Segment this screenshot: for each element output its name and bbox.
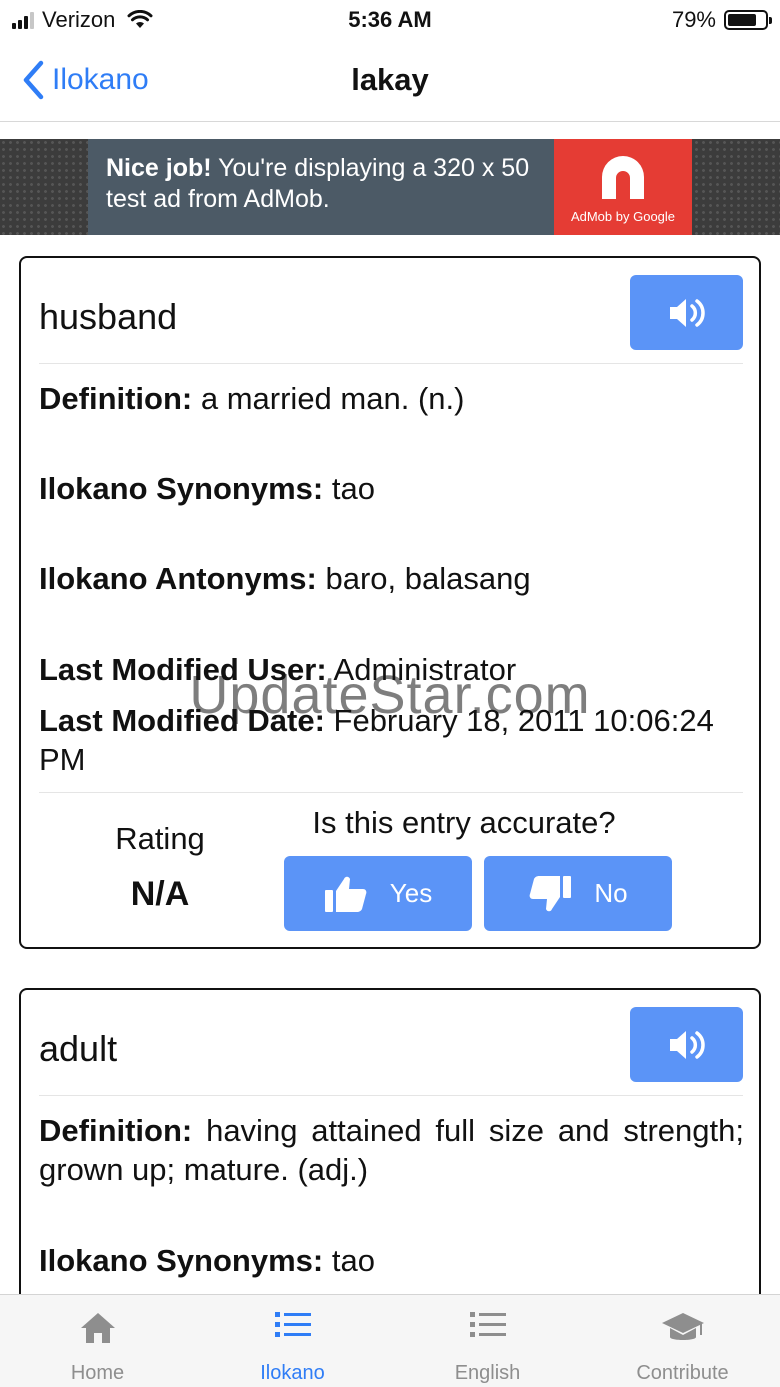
battery-percent: 79% <box>671 7 716 32</box>
modified-date-field: Last Modified Date: February 18, 2011 10… <box>39 701 744 779</box>
antonyms-text: baro, balasang <box>316 561 531 596</box>
home-icon <box>0 1311 195 1345</box>
modified-user-label: Last Modified User: <box>39 652 327 687</box>
modified-user-text: Administrator <box>326 652 517 687</box>
back-label: Ilokano <box>52 63 149 96</box>
accuracy-question: Is this entry accurate? <box>312 805 616 840</box>
speak-button[interactable] <box>630 1007 743 1082</box>
entry-card: adult Definition: having attained full s… <box>19 988 761 1318</box>
admob-logo-icon <box>602 156 644 199</box>
tab-home[interactable]: Home <box>0 1295 195 1387</box>
speaker-icon <box>669 298 705 327</box>
tab-contribute[interactable]: Contribute <box>585 1295 780 1387</box>
tab-label: Ilokano <box>260 1362 325 1384</box>
modified-date-label: Last Modified Date: <box>39 703 325 738</box>
synonyms-field: Ilokano Synonyms: tao <box>39 469 744 508</box>
navigation-bar: Ilokano lakay <box>0 40 780 122</box>
tab-label: Home <box>70 1362 125 1384</box>
speaker-icon <box>669 1030 705 1059</box>
no-label: No <box>594 878 628 908</box>
synonyms-text: tao <box>323 1243 375 1278</box>
antonyms-label: Ilokano Antonyms: <box>39 561 317 596</box>
synonyms-text: tao <box>323 471 375 506</box>
battery-icon <box>724 10 772 30</box>
list-icon <box>390 1311 585 1339</box>
definition-text: a married man. (n.) <box>192 381 465 416</box>
antonyms-field: Ilokano Antonyms: baro, balasang <box>39 559 744 598</box>
rating-section: Rating N/A Is this entry accurate? Yes N… <box>39 792 743 948</box>
status-bar: Verizon 5:36 AM 79% <box>0 0 780 40</box>
tab-english[interactable]: English <box>390 1295 585 1387</box>
ad-brand: AdMob by Google <box>570 209 676 224</box>
speak-button[interactable] <box>630 275 743 350</box>
ad-banner[interactable]: Nice job! You're displaying a 320 x 50 t… <box>0 139 780 235</box>
definition-label: Definition: <box>39 381 193 416</box>
ad-text: Nice job! You're displaying a 320 x 50 t… <box>88 139 554 235</box>
no-button[interactable]: No <box>484 856 672 931</box>
tab-bar: Home Ilokano English Contribute <box>0 1294 780 1387</box>
entry-header: husband <box>39 258 743 364</box>
ad-headline: Nice job! <box>106 154 212 182</box>
status-time: 5:36 AM <box>348 7 432 32</box>
modified-user-field: Last Modified User: Administrator <box>39 650 744 689</box>
chevron-left-icon <box>23 60 44 100</box>
tab-label: Contribute <box>636 1362 729 1384</box>
synonyms-label: Ilokano Synonyms: <box>39 471 324 506</box>
entry-card: husband Definition: a married man. (n.) … <box>19 256 761 949</box>
list-icon <box>195 1311 390 1339</box>
graduation-cap-icon <box>585 1311 780 1345</box>
synonyms-field: Ilokano Synonyms: tao <box>39 1241 744 1280</box>
synonyms-label: Ilokano Synonyms: <box>39 1243 324 1278</box>
entry-header: adult <box>39 990 743 1096</box>
definition-label: Definition: <box>39 1113 193 1148</box>
rating-label: Rating <box>115 821 205 856</box>
back-button[interactable]: Ilokano <box>22 58 149 102</box>
thumbs-up-icon <box>324 876 367 912</box>
admob-logo: AdMob by Google <box>554 139 692 235</box>
tab-ilokano[interactable]: Ilokano <box>195 1295 390 1387</box>
entry-word: adult <box>39 1028 118 1069</box>
thumbs-down-icon <box>530 875 572 911</box>
rating-value: N/A <box>130 875 190 913</box>
status-right: 79% <box>671 7 772 33</box>
definition-field: Definition: a married man. (n.) <box>39 379 744 418</box>
definition-field: Definition: having attained full size an… <box>39 1111 744 1189</box>
entry-word: husband <box>39 296 178 337</box>
ad-content[interactable]: Nice job! You're displaying a 320 x 50 t… <box>88 139 692 235</box>
tab-label: English <box>454 1362 521 1384</box>
yes-label: Yes <box>389 878 433 908</box>
yes-button[interactable]: Yes <box>284 856 472 931</box>
